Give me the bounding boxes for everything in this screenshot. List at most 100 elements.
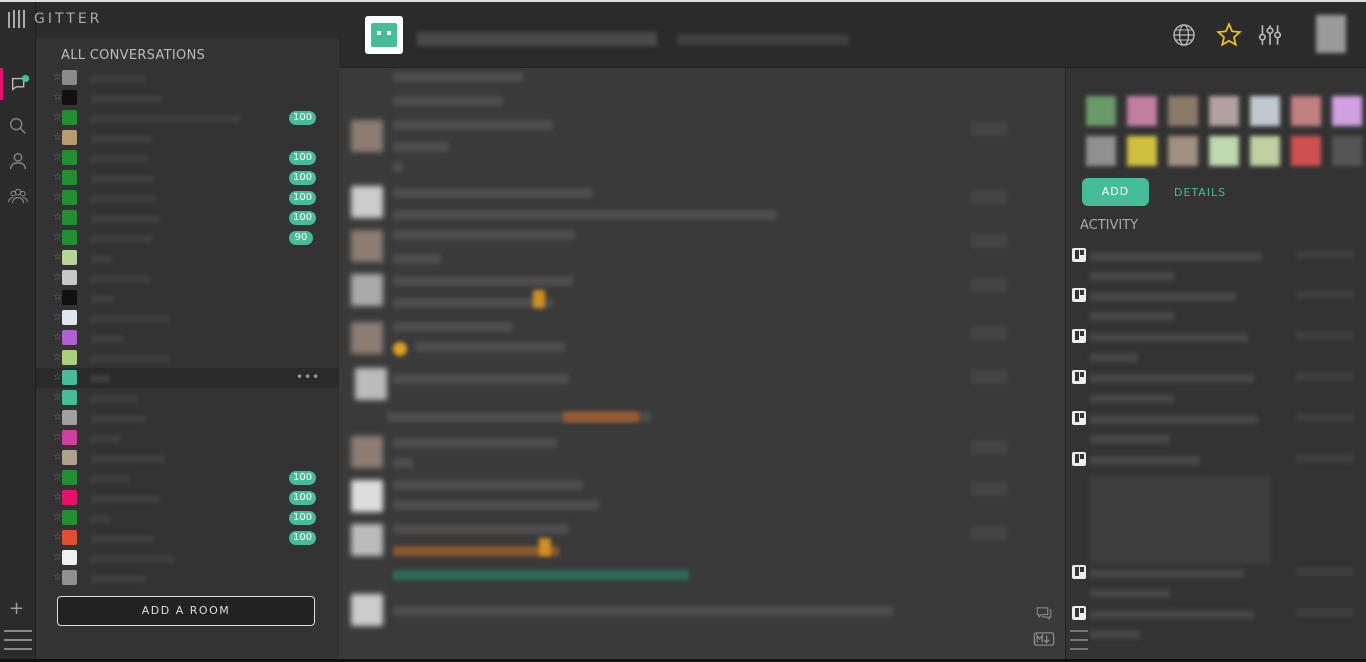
message-text — [393, 96, 503, 106]
member-avatar[interactable] — [1250, 136, 1280, 166]
avatar[interactable] — [351, 436, 383, 468]
unread-badge: 100 — [289, 111, 317, 125]
activity-time — [1296, 454, 1354, 463]
avatar[interactable] — [351, 120, 383, 152]
menu-icon[interactable] — [1070, 630, 1088, 657]
message-link[interactable] — [563, 412, 639, 422]
message-author — [393, 374, 569, 384]
conversation-item[interactable]: ☆ 100 — [36, 208, 339, 228]
message-text — [415, 342, 565, 352]
message-time — [971, 234, 1007, 248]
avatar[interactable] — [355, 368, 387, 400]
rail-communities[interactable] — [0, 180, 36, 212]
more-options-icon[interactable]: ••• — [296, 370, 320, 384]
avatar[interactable] — [351, 322, 383, 354]
menu-icon[interactable] — [4, 630, 32, 657]
emoji — [533, 290, 545, 308]
member-avatar[interactable] — [1209, 96, 1239, 126]
member-avatar[interactable] — [1332, 96, 1362, 126]
conversation-item[interactable]: ☆ — [36, 268, 339, 288]
gitter-logo[interactable]: GITTER — [8, 10, 102, 28]
avatar[interactable] — [351, 524, 383, 556]
room-avatar — [62, 350, 77, 365]
avatar[interactable] — [351, 230, 383, 262]
conversation-item[interactable]: ☆ 100 — [36, 508, 339, 528]
rail-people[interactable] — [0, 145, 36, 177]
conversation-item[interactable]: ☆ — [36, 68, 339, 88]
settings-sliders-icon[interactable] — [1257, 22, 1283, 48]
conversation-item[interactable]: ☆ — [36, 348, 339, 368]
member-avatar[interactable] — [1332, 136, 1362, 166]
conversation-item[interactable]: ☆ 100 — [36, 488, 339, 508]
thread-icon[interactable] — [1033, 604, 1055, 622]
conversation-item[interactable]: ☆ — [36, 548, 339, 568]
rail-conversations[interactable] — [0, 68, 36, 100]
trello-icon — [1072, 606, 1086, 620]
trello-icon — [1072, 329, 1086, 343]
room-avatar — [62, 550, 77, 565]
create-button[interactable]: + — [9, 598, 24, 619]
member-avatar[interactable] — [1127, 96, 1157, 126]
conversation-item[interactable]: ☆ — [36, 248, 339, 268]
member-avatar[interactable] — [1127, 136, 1157, 166]
conversation-item[interactable]: ☆ — [36, 288, 339, 308]
conversation-item[interactable]: ☆ 100 — [36, 148, 339, 168]
conversation-item[interactable]: ☆ — [36, 328, 339, 348]
add-people-button[interactable]: ADD — [1082, 178, 1149, 206]
message-text — [393, 210, 777, 220]
room-avatar — [62, 210, 77, 225]
details-button[interactable]: DETAILS — [1174, 186, 1226, 199]
message-time — [971, 190, 1007, 204]
conversation-item[interactable]: ☆ 100 — [36, 468, 339, 488]
conversation-item[interactable]: ☆ 100 — [36, 108, 339, 128]
room-avatar — [62, 150, 77, 165]
message-author — [393, 524, 569, 534]
conversation-item[interactable]: ☆ — [36, 408, 339, 428]
room-name — [90, 195, 156, 203]
chat-input[interactable] — [393, 606, 893, 616]
markdown-icon[interactable] — [1033, 632, 1055, 646]
conversation-item[interactable]: ☆ — [36, 568, 339, 588]
add-room-button[interactable]: ADD A ROOM — [57, 596, 315, 626]
conversation-item[interactable]: ☆ — [36, 88, 339, 108]
communities-icon — [8, 188, 28, 204]
conversation-item[interactable]: ☆ — [36, 448, 339, 468]
member-avatar[interactable] — [1291, 96, 1321, 126]
message-text — [393, 298, 553, 308]
room-avatar — [62, 470, 77, 485]
rail-search[interactable] — [0, 110, 36, 142]
globe-icon[interactable] — [1171, 22, 1197, 48]
conversation-item[interactable]: ☆ ••• — [36, 368, 339, 388]
message-text — [393, 254, 441, 264]
avatar[interactable] — [351, 480, 383, 512]
room-name — [90, 415, 146, 423]
member-avatar[interactable] — [1086, 136, 1116, 166]
avatar[interactable] — [351, 594, 383, 626]
star-icon[interactable] — [1216, 22, 1242, 48]
room-avatar — [62, 70, 77, 85]
conversation-item[interactable]: ☆ — [36, 388, 339, 408]
room-avatar[interactable] — [365, 16, 403, 54]
conversation-item[interactable]: ☆ — [36, 308, 339, 328]
member-avatar[interactable] — [1291, 136, 1321, 166]
member-avatar[interactable] — [1250, 96, 1280, 126]
member-avatar[interactable] — [1168, 136, 1198, 166]
conversation-item[interactable]: ☆ 100 — [36, 188, 339, 208]
member-avatar[interactable] — [1209, 136, 1239, 166]
room-info-panel: ADD DETAILS ACTIVITY — [1065, 68, 1366, 659]
room-name — [90, 395, 138, 403]
avatar[interactable] — [351, 186, 383, 218]
trello-icon — [1072, 248, 1086, 262]
conversation-item[interactable]: ☆ — [36, 428, 339, 448]
member-avatar[interactable] — [1168, 96, 1198, 126]
conversation-item[interactable]: ☆ — [36, 128, 339, 148]
room-name — [90, 95, 162, 103]
member-avatar[interactable] — [1086, 96, 1116, 126]
message-link[interactable] — [393, 570, 689, 580]
conversation-item[interactable]: ☆ 100 — [36, 168, 339, 188]
user-avatar[interactable] — [1316, 15, 1346, 53]
conversation-item[interactable]: ☆ 100 — [36, 528, 339, 548]
conversation-item[interactable]: ☆ 90 — [36, 228, 339, 248]
room-avatar — [62, 410, 77, 425]
avatar[interactable] — [351, 274, 383, 306]
